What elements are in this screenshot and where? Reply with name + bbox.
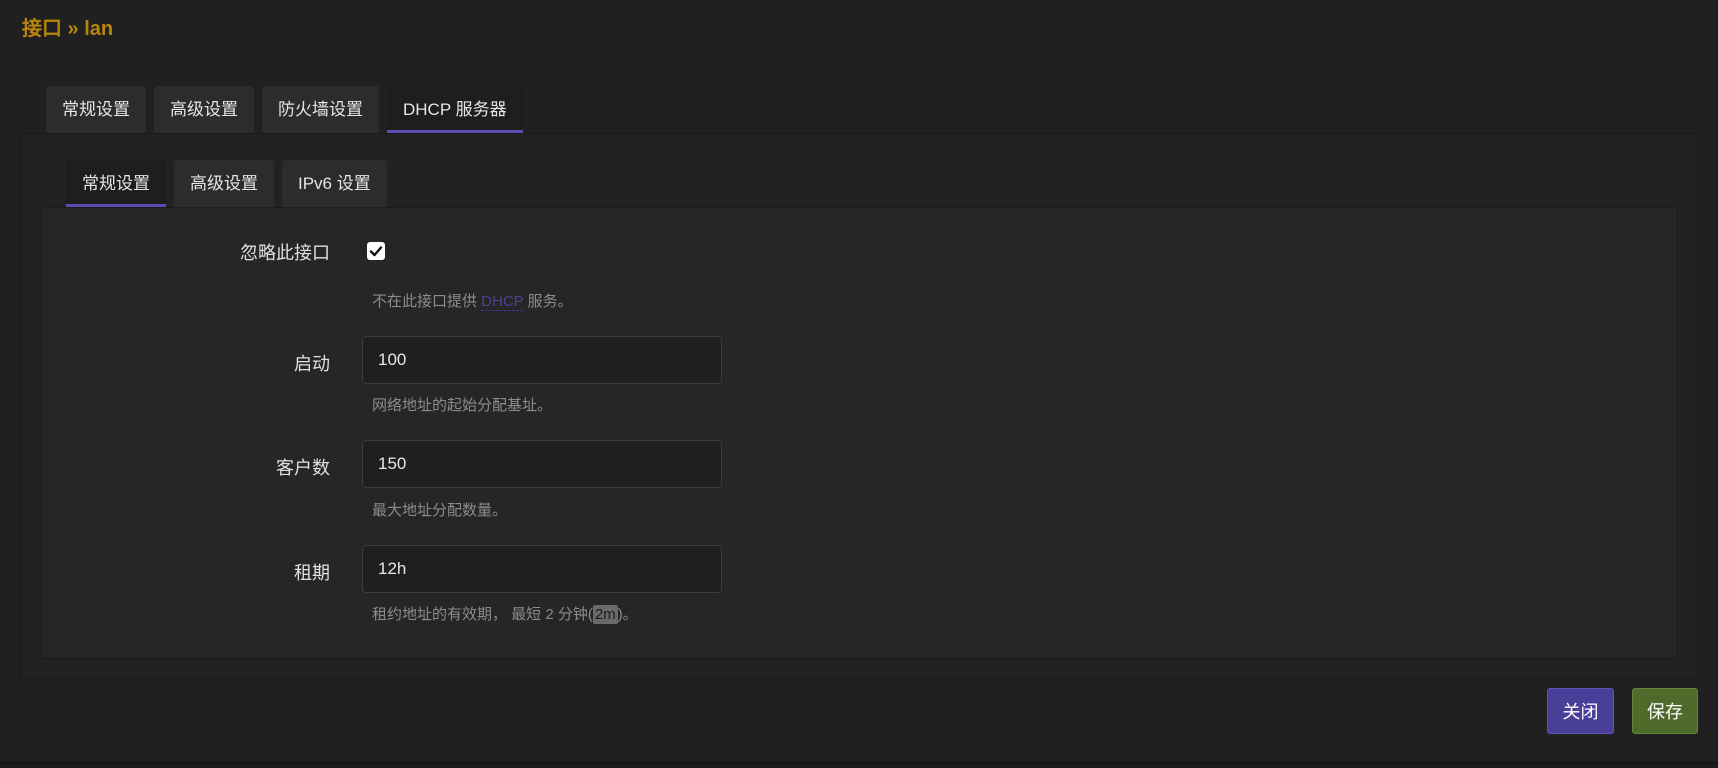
desc-text: )。 xyxy=(617,606,638,623)
start-label: 启动 xyxy=(294,354,330,374)
min-lease-code: 2m xyxy=(592,605,618,624)
save-button[interactable]: 保存 xyxy=(1632,688,1698,734)
limit-input[interactable] xyxy=(362,440,722,488)
subtab-general[interactable]: 常规设置 xyxy=(66,160,166,207)
start-input[interactable] xyxy=(362,336,722,384)
modal-title: 接口 » lan xyxy=(22,18,114,40)
checkmark-icon xyxy=(369,246,383,257)
sub-tabs: 常规设置 高级设置 IPv6 设置 xyxy=(66,160,387,207)
tab-advanced[interactable]: 高级设置 xyxy=(154,86,254,133)
limit-description: 最大地址分配数量。 xyxy=(372,502,508,519)
main-tabs: 常规设置 高级设置 防火墙设置 DHCP 服务器 xyxy=(46,86,523,133)
start-description: 网络地址的起始分配基址。 xyxy=(372,397,553,414)
desc-text: 服务。 xyxy=(523,293,573,310)
general-settings-panel xyxy=(41,207,1678,659)
tab-dhcp-server[interactable]: DHCP 服务器 xyxy=(387,86,523,133)
close-button[interactable]: 关闭 xyxy=(1547,688,1614,734)
leasetime-label: 租期 xyxy=(294,563,330,583)
subtab-ipv6[interactable]: IPv6 设置 xyxy=(282,160,387,207)
limit-label: 客户数 xyxy=(276,458,330,478)
tab-firewall[interactable]: 防火墙设置 xyxy=(262,86,379,133)
tab-general[interactable]: 常规设置 xyxy=(46,86,146,133)
dhcp-abbr: DHCP xyxy=(481,293,524,311)
ignore-interface-description: 不在此接口提供 DHCP 服务。 xyxy=(372,290,573,311)
leasetime-description: 租约地址的有效期， 最短 2 分钟(2m)。 xyxy=(372,603,638,624)
ignore-interface-checkbox[interactable] xyxy=(367,242,385,260)
ignore-interface-label: 忽略此接口 xyxy=(240,243,330,263)
interface-edit-modal: 接口 » lan 常规设置 高级设置 防火墙设置 DHCP 服务器 常规设置 高… xyxy=(0,0,1718,763)
subtab-advanced[interactable]: 高级设置 xyxy=(174,160,274,207)
leasetime-input[interactable] xyxy=(362,545,722,593)
desc-text: 不在此接口提供 xyxy=(372,293,482,310)
desc-text: 租约地址的有效期， 最短 2 分钟( xyxy=(372,606,593,623)
